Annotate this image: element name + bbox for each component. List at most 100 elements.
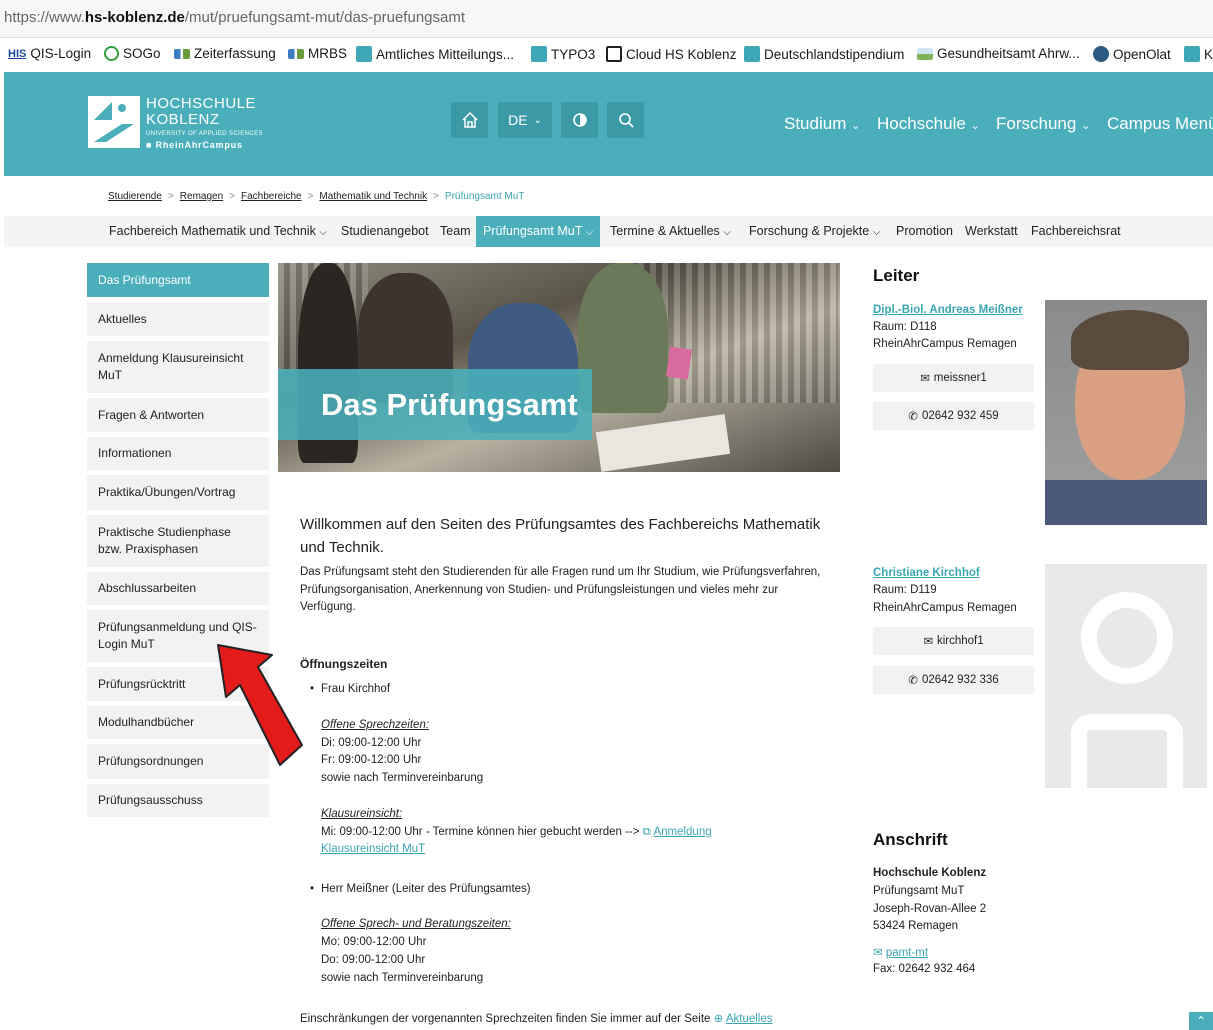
kirchhof-room: Raum: D119 bbox=[873, 584, 937, 596]
url-host: hs-koblenz.de bbox=[84, 9, 185, 26]
breadcrumb-item[interactable]: Fachbereiche bbox=[241, 191, 302, 202]
kirchhof-name-link[interactable]: Christiane Kirchhof bbox=[873, 567, 980, 579]
bookmark-openolat[interactable]: OpenOlat bbox=[1093, 46, 1171, 62]
url-path: /mut/pruefungsamt-mut/das-pruefungsamt bbox=[184, 9, 466, 26]
sidebar-item-praktische-studienphase[interactable]: Praktische Studienphase bzw. Praxisphase… bbox=[87, 515, 269, 567]
hs-icon bbox=[356, 46, 372, 62]
subnav-promotion[interactable]: Promotion bbox=[896, 216, 953, 247]
phone-icon: ✆ bbox=[908, 411, 918, 423]
nav-campus-menu[interactable]: Campus Menü bbox=[1107, 114, 1213, 134]
mail-icon: ✉ bbox=[923, 636, 933, 648]
hero-title: Das Prüfungsamt bbox=[278, 369, 592, 440]
image-icon bbox=[917, 47, 933, 60]
kirchhof-phone-button[interactable]: ✆ 02642 932 336 bbox=[873, 666, 1034, 694]
scroll-to-top-button[interactable]: ⌃ bbox=[1189, 1012, 1213, 1030]
site-header: HOCHSCHULE KOBLENZ UNIVERSITY OF APPLIED… bbox=[4, 72, 1213, 176]
phone-icon: ✆ bbox=[908, 675, 918, 687]
breadcrumb-current: Prüfungsamt MuT bbox=[444, 191, 525, 202]
bookmark-zeiterfassung[interactable]: Zeiterfassung bbox=[174, 46, 276, 61]
anschrift-email[interactable]: ✉ pamt-mt bbox=[873, 945, 928, 959]
contact-kirchhof: Frau Kirchhof bbox=[310, 683, 390, 695]
subnav-team[interactable]: Team bbox=[440, 216, 471, 247]
bookmark-sogo[interactable]: SOGo bbox=[104, 46, 161, 61]
logo-mark[interactable] bbox=[88, 96, 140, 148]
subnav-studienangebot[interactable]: Studienangebot bbox=[341, 216, 429, 247]
logo-line-4: ■ RheinAhrCampus bbox=[146, 140, 243, 150]
sidebar-item-informationen[interactable]: Informationen bbox=[87, 437, 269, 470]
bookmark-cloud[interactable]: Cloud HS Koblenz bbox=[606, 46, 736, 62]
subnav-fachbereich[interactable]: Fachbereich Mathematik und Technik ⌵ bbox=[109, 216, 327, 247]
subnav-fachbereichsrat[interactable]: Fachbereichsrat bbox=[1031, 216, 1121, 247]
subnav-termine[interactable]: Termine & Aktuelles ⌵ bbox=[610, 216, 731, 247]
home-icon bbox=[461, 111, 478, 128]
search-icon bbox=[618, 113, 634, 128]
contact-meissner: Herr Meißner (Leiter des Prüfungsamtes) bbox=[310, 883, 531, 895]
subnav-pruefungsamt[interactable]: Prüfungsamt MuT ⌵ bbox=[476, 216, 601, 247]
address-bar[interactable]: https://www.hs-koblenz.de/mut/pruefungsa… bbox=[0, 0, 1213, 38]
anmeldung-link[interactable]: Anmeldung bbox=[653, 826, 711, 838]
kirchhof-hours-2: Fr: 09:00-12:00 Uhr bbox=[321, 754, 422, 766]
bookmark-qis-login[interactable]: HIS QIS-Login bbox=[8, 46, 91, 61]
beratungszeiten-label: Offene Sprech- und Beratungszeiten: bbox=[321, 918, 511, 930]
sidebar-item-aktuelles[interactable]: Aktuelles bbox=[87, 302, 269, 336]
opening-hours-heading: Öffnungszeiten bbox=[300, 657, 388, 671]
bookmark-k[interactable]: K bbox=[1184, 46, 1213, 62]
bookmark-mrbs[interactable]: MRBS bbox=[288, 46, 347, 61]
logo-line-1: HOCHSCHULE bbox=[146, 95, 257, 112]
breadcrumb-item[interactable]: Studierende bbox=[108, 191, 162, 202]
intro-paragraph: Das Prüfungsamt steht den Studierenden f… bbox=[300, 566, 821, 613]
logo-line-3: UNIVERSITY OF APPLIED SCIENCES bbox=[146, 131, 263, 137]
logo-text[interactable]: HOCHSCHULE KOBLENZ UNIVERSITY OF APPLIED… bbox=[146, 96, 263, 150]
bar-icon bbox=[288, 48, 304, 59]
leiter-name-link[interactable]: Dipl.-Biol. Andreas Meißner bbox=[873, 304, 1023, 316]
mail-icon: ✉ bbox=[920, 373, 930, 385]
sogo-icon bbox=[104, 46, 119, 61]
sidebar-item-fragen-antworten[interactable]: Fragen & Antworten bbox=[87, 398, 269, 432]
leiter-campus: RheinAhrCampus Remagen bbox=[873, 338, 1017, 350]
bookmark-typo3[interactable]: TYPO3 bbox=[531, 46, 595, 62]
avatar-placeholder-icon bbox=[1045, 564, 1207, 788]
mail-icon: ✉ bbox=[873, 947, 883, 959]
bookmark-gesundheitsamt[interactable]: Gesundheitsamt Ahrw... bbox=[917, 46, 1080, 61]
bookmark-deutschlandstipendium[interactable]: Deutschlandstipendium bbox=[744, 46, 904, 62]
subnav-werkstatt[interactable]: Werkstatt bbox=[965, 216, 1018, 247]
nav-forschung[interactable]: Forschung ⌄ bbox=[996, 114, 1090, 134]
breadcrumb-item[interactable]: Mathematik und Technik bbox=[319, 191, 427, 202]
page: https://www.hs-koblenz.de/mut/pruefungsa… bbox=[0, 0, 1213, 1030]
kirchhof-campus: RheinAhrCampus Remagen bbox=[873, 602, 1017, 614]
chevron-up-icon: ⌃ bbox=[1195, 1014, 1207, 1028]
search-button[interactable] bbox=[607, 102, 644, 138]
arrow-circle-icon: ⊕ bbox=[713, 1013, 724, 1025]
anschrift-city: 53424 Remagen bbox=[873, 920, 959, 932]
sidebar-item-praktika[interactable]: Praktika/Übungen/Vortrag bbox=[87, 475, 269, 510]
sidebar-item-abschlussarbeiten[interactable]: Abschlussarbeiten bbox=[87, 572, 269, 605]
breadcrumb-item[interactable]: Remagen bbox=[180, 191, 223, 202]
language-select[interactable]: DE ⌄ bbox=[498, 102, 552, 138]
hs-icon bbox=[1184, 46, 1200, 62]
meissner-hours-1: Mo: 09:00-12:00 Uhr bbox=[321, 936, 427, 948]
sidebar-item-anmeldung-klausureinsicht[interactable]: Anmeldung Klausureinsicht MuT bbox=[87, 341, 269, 393]
sprechzeiten-label: Offene Sprechzeiten: bbox=[321, 719, 430, 731]
leiter-phone-button[interactable]: ✆ 02642 932 459 bbox=[873, 402, 1034, 430]
leiter-photo bbox=[1045, 300, 1207, 525]
aktuelles-link[interactable]: Aktuelles bbox=[726, 1013, 773, 1025]
contrast-icon bbox=[572, 113, 587, 127]
logo-line-2: KOBLENZ bbox=[146, 111, 220, 128]
anschrift-heading: Anschrift bbox=[873, 830, 948, 849]
external-link-icon: ⧉ bbox=[642, 826, 651, 838]
kirchhof-hours-3: sowie nach Terminvereinbarung bbox=[321, 772, 484, 784]
leiter-email-button[interactable]: ✉ meissner1 bbox=[873, 364, 1034, 392]
contrast-button[interactable] bbox=[561, 102, 598, 138]
sidebar-item-pruefungsausschuss[interactable]: Prüfungsausschuss bbox=[87, 784, 269, 817]
home-button[interactable] bbox=[451, 102, 488, 138]
sidebar-item-das-pruefungsamt[interactable]: Das Prüfungsamt bbox=[87, 263, 269, 297]
subnav-forschung[interactable]: Forschung & Projekte ⌵ bbox=[749, 216, 880, 247]
bookmark-amtliches[interactable]: Amtliches Mitteilungs... bbox=[356, 46, 514, 62]
klausureinsicht-link[interactable]: Klausureinsicht MuT bbox=[321, 843, 425, 855]
hero-image bbox=[278, 263, 840, 472]
anschrift-org: Hochschule Koblenz bbox=[873, 867, 987, 879]
kirchhof-email-button[interactable]: ✉ kirchhof1 bbox=[873, 627, 1034, 655]
nav-studium[interactable]: Studium ⌄ bbox=[784, 114, 860, 134]
nav-hochschule[interactable]: Hochschule ⌄ bbox=[877, 114, 980, 134]
url-prefix: https://www. bbox=[4, 9, 85, 26]
